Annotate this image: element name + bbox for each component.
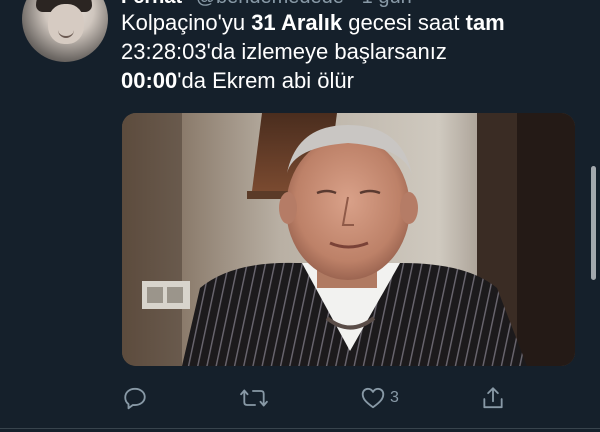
share-button[interactable] <box>480 380 510 416</box>
tweet-card: Ferhat @bendemedede · 1 gün Kolpaçino'yu… <box>0 0 600 432</box>
tweet-actions: 3 <box>122 380 522 416</box>
reply-button[interactable] <box>122 380 152 416</box>
like-icon <box>361 387 385 409</box>
display-name[interactable]: Ferhat <box>121 0 182 8</box>
tweet-text: Kolpaçino'yu 31 Aralık gecesi saat tam 2… <box>121 10 505 93</box>
like-count: 3 <box>390 389 399 406</box>
like-button[interactable]: 3 <box>360 380 399 416</box>
user-handle[interactable]: @bendemedede <box>196 0 344 8</box>
retweet-icon <box>240 389 268 407</box>
tweet-time[interactable]: · 1 gün <box>349 0 411 8</box>
avatar[interactable] <box>22 0 108 62</box>
tweet-media-image[interactable] <box>122 113 575 366</box>
divider <box>0 428 600 429</box>
media-photo <box>122 113 575 366</box>
retweet-button[interactable] <box>240 380 272 416</box>
reply-icon <box>124 387 146 410</box>
share-icon <box>483 387 503 409</box>
scrollbar[interactable] <box>591 166 596 280</box>
